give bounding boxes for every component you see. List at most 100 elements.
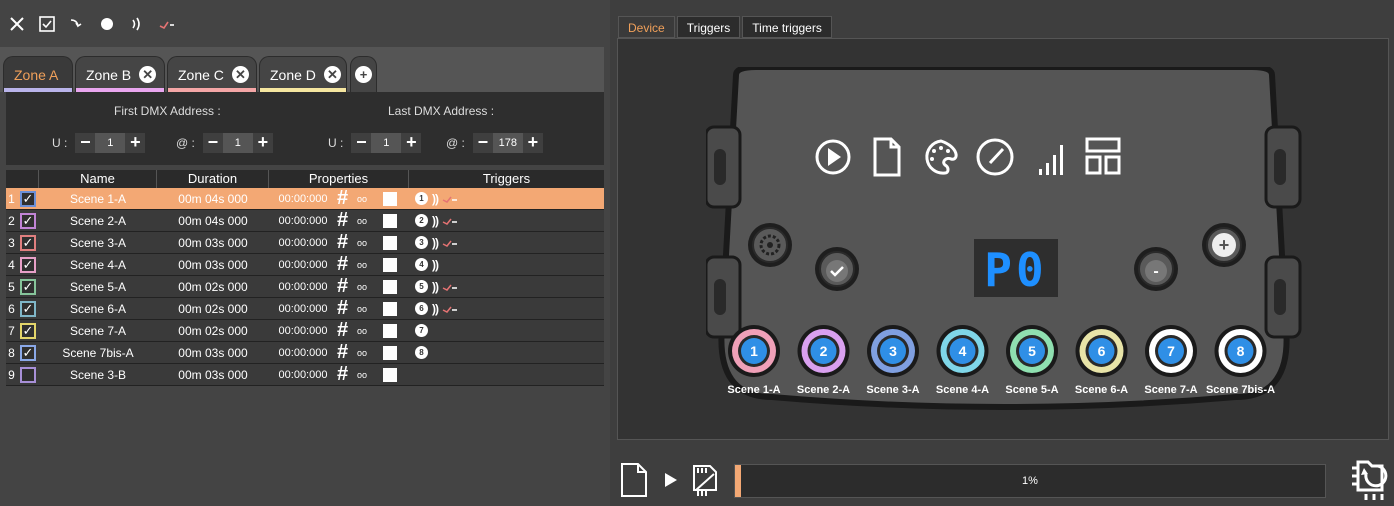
checkbox[interactable]: ✓ — [20, 256, 36, 273]
hash-icon[interactable]: # — [337, 297, 357, 320]
minus-button[interactable]: - — [1134, 247, 1178, 291]
fade-time[interactable]: 00:00:000 — [269, 193, 337, 205]
fade-time[interactable]: 00:00:000 — [269, 237, 337, 249]
checkbox-icon[interactable] — [38, 15, 56, 33]
record-icon[interactable] — [98, 15, 116, 33]
scene-duration[interactable]: 00m 03s 000 — [157, 258, 269, 272]
row-checkbox[interactable]: ✓ — [17, 254, 39, 276]
first-universe-value[interactable]: 1 — [95, 133, 126, 153]
scene-duration[interactable]: 00m 03s 000 — [157, 368, 269, 382]
color-swatch[interactable] — [383, 191, 398, 206]
scene-duration[interactable]: 00m 04s 000 — [157, 192, 269, 206]
sd-card-icon[interactable] — [684, 460, 724, 500]
close-zone-icon[interactable]: ✕ — [323, 66, 341, 83]
table-row[interactable]: 9 Scene 3-B 00m 03s 000 00:00:000 # oo — [6, 363, 604, 386]
scene-duration[interactable]: 00m 03s 000 — [157, 346, 269, 360]
scene-triggers[interactable]: 2)) — [409, 214, 604, 228]
hash-icon[interactable]: # — [337, 319, 357, 342]
header-duration[interactable]: Duration — [157, 170, 269, 188]
header-properties[interactable]: Properties — [269, 170, 409, 188]
fade-time[interactable]: 00:00:000 — [269, 281, 337, 293]
tab-triggers[interactable]: Triggers — [676, 16, 741, 38]
row-checkbox[interactable]: ✓ — [17, 276, 39, 298]
signal-icon[interactable] — [158, 15, 176, 33]
scene-button-1[interactable]: 1 — [728, 325, 780, 377]
decrement-button[interactable]: − — [472, 133, 493, 153]
scene-button-6[interactable]: 6 — [1075, 325, 1128, 377]
play-icon[interactable] — [658, 468, 682, 492]
row-checkbox[interactable]: ✓ — [17, 232, 39, 254]
zone-tab-3[interactable]: Zone C ✕ — [167, 56, 257, 92]
device-restore-icon[interactable] — [1350, 454, 1390, 502]
table-row[interactable]: 7 ✓ Scene 7-A 00m 02s 000 00:00:000 # oo 7 — [6, 319, 604, 342]
hash-icon[interactable]: # — [337, 209, 357, 232]
color-swatch[interactable] — [383, 213, 398, 228]
zone-tab-2[interactable]: Zone B ✕ — [75, 56, 165, 92]
scene-triggers[interactable]: 1)) — [409, 192, 604, 206]
wave-icon[interactable] — [128, 15, 146, 33]
table-row[interactable]: 3 ✓ Scene 3-A 00m 03s 000 00:00:000 # oo 3)) — [6, 231, 604, 254]
increment-button[interactable]: + — [401, 133, 422, 153]
table-row[interactable]: 2 ✓ Scene 2-A 00m 04s 000 00:00:000 # oo 2)) — [6, 209, 604, 232]
color-swatch[interactable] — [383, 235, 398, 250]
confirm-button[interactable] — [815, 247, 859, 291]
fade-time[interactable]: 00:00:000 — [269, 259, 337, 271]
checkbox[interactable]: ✓ — [20, 234, 36, 251]
row-checkbox[interactable]: ✓ — [17, 210, 39, 232]
fade-time[interactable]: 00:00:000 — [269, 303, 337, 315]
scene-button-7[interactable]: 7 — [1145, 325, 1197, 377]
fade-time[interactable]: 00:00:000 — [269, 215, 337, 227]
scene-button-4[interactable]: 4 — [936, 325, 989, 377]
table-row[interactable]: 5 ✓ Scene 5-A 00m 02s 000 00:00:000 # oo 5)) — [6, 275, 604, 298]
new-file-icon[interactable] — [616, 460, 652, 500]
scene-button-3[interactable]: 3 — [867, 325, 919, 377]
color-swatch[interactable] — [383, 301, 398, 316]
scene-triggers[interactable]: 7 — [409, 324, 604, 337]
plus-button[interactable]: + — [1202, 223, 1246, 267]
hash-icon[interactable]: # — [337, 253, 357, 276]
scene-button-5[interactable]: 5 — [1006, 325, 1058, 377]
color-swatch[interactable] — [383, 257, 398, 272]
scene-triggers[interactable]: 6)) — [409, 302, 604, 316]
scene-duration[interactable]: 00m 02s 000 — [157, 324, 269, 338]
scene-duration[interactable]: 00m 02s 000 — [157, 280, 269, 294]
zone-tab-1[interactable]: Zone A — [3, 56, 73, 92]
close-zone-icon[interactable]: ✕ — [231, 66, 249, 83]
row-checkbox[interactable]: ✓ — [17, 342, 39, 364]
header-triggers[interactable]: Triggers — [409, 170, 604, 188]
scene-name[interactable]: Scene 6-A — [39, 302, 157, 316]
scene-name[interactable]: Scene 7bis-A — [39, 346, 157, 360]
hash-icon[interactable]: # — [337, 341, 357, 364]
row-checkbox[interactable]: ✓ — [17, 298, 39, 320]
scene-triggers[interactable]: 3)) — [409, 236, 604, 250]
increment-button[interactable]: + — [125, 133, 146, 153]
scene-name[interactable]: Scene 3-B — [39, 368, 157, 382]
color-swatch[interactable] — [383, 367, 398, 382]
scene-name[interactable]: Scene 4-A — [39, 258, 157, 272]
table-row[interactable]: 6 ✓ Scene 6-A 00m 02s 000 00:00:000 # oo 6)) — [6, 297, 604, 320]
tab-device[interactable]: Device — [618, 16, 675, 38]
fade-time[interactable]: 00:00:000 — [269, 369, 337, 381]
hash-icon[interactable]: # — [337, 187, 357, 210]
color-swatch[interactable] — [383, 279, 398, 294]
decrement-button[interactable]: − — [202, 133, 223, 153]
scene-name[interactable]: Scene 5-A — [39, 280, 157, 294]
scene-button-2[interactable]: 2 — [797, 325, 850, 377]
checkbox[interactable]: ✓ — [20, 190, 36, 207]
last-universe-value[interactable]: 1 — [371, 133, 402, 153]
scene-duration[interactable]: 00m 02s 000 — [157, 302, 269, 316]
settings-button[interactable] — [748, 223, 792, 267]
scene-button-8[interactable]: 8 — [1214, 325, 1267, 377]
scene-duration[interactable]: 00m 04s 000 — [157, 214, 269, 228]
color-swatch[interactable] — [383, 323, 398, 338]
table-row[interactable]: 4 ✓ Scene 4-A 00m 03s 000 00:00:000 # oo 4)) — [6, 253, 604, 276]
header-name[interactable]: Name — [39, 170, 157, 188]
row-checkbox[interactable] — [17, 364, 39, 386]
checkbox[interactable]: ✓ — [20, 344, 36, 361]
checkbox[interactable]: ✓ — [20, 212, 36, 229]
scene-triggers[interactable]: 5)) — [409, 280, 604, 294]
checkbox[interactable]: ✓ — [20, 322, 36, 339]
scene-name[interactable]: Scene 3-A — [39, 236, 157, 250]
scene-name[interactable]: Scene 7-A — [39, 324, 157, 338]
zone-tab-4[interactable]: Zone D ✕ — [259, 56, 347, 92]
